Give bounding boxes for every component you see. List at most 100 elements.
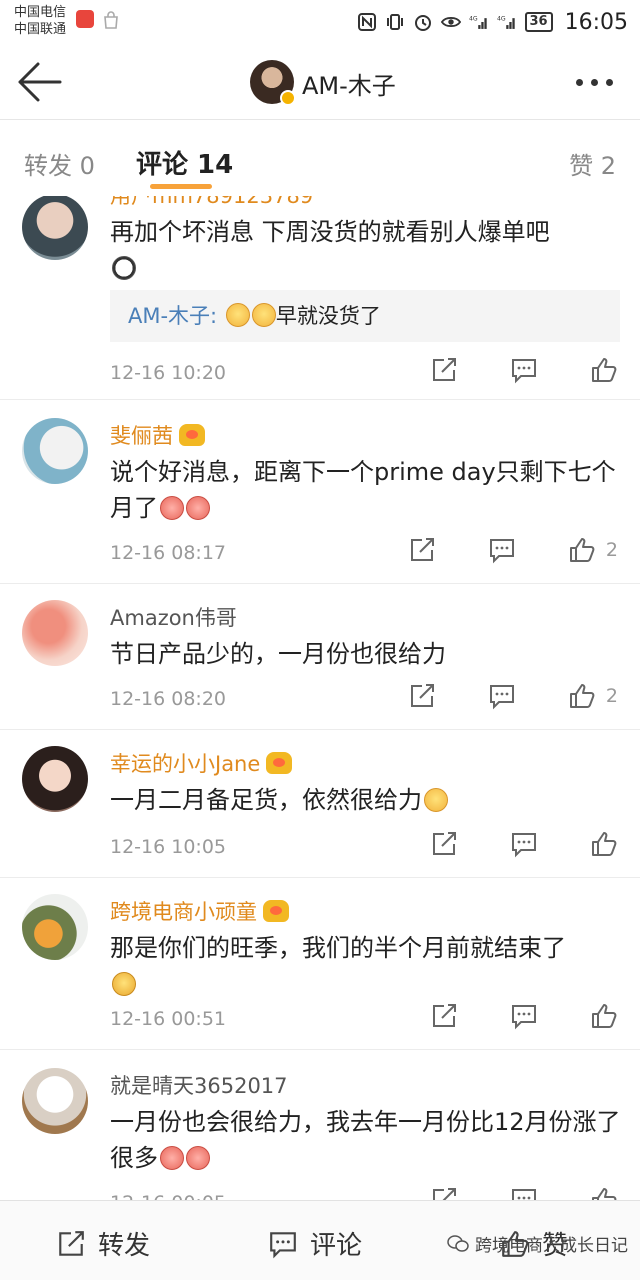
pig-emoji-icon (160, 496, 184, 520)
carrier-1: 中国电信 (14, 5, 67, 20)
comment-icon[interactable] (510, 1002, 538, 1030)
comment-icon[interactable] (488, 682, 516, 710)
username[interactable]: 幸运的小小Jane (110, 748, 293, 778)
comment-text-content: 那是你们的旺季，我们的半个月前就结束了 (110, 934, 566, 962)
pig-emoji-icon (160, 1146, 184, 1170)
comment-actions (378, 1002, 618, 1030)
bottom-repost-button[interactable]: 转发 (56, 1225, 150, 1262)
comment-item: 幸运的小小Jane 一月二月备足货，依然很给力 12-16 10:05 (0, 730, 640, 878)
pig-emoji-icon (186, 496, 210, 520)
svg-text:4G: 4G (497, 15, 506, 22)
reply-username[interactable]: AM-木子: (128, 304, 217, 328)
repost-icon[interactable] (430, 1002, 458, 1030)
like-thumb-icon[interactable] (590, 1002, 618, 1030)
like-thumb-icon[interactable] (568, 682, 596, 710)
username[interactable]: 跨境电商小顽童 (110, 896, 289, 926)
comment-list[interactable]: 用户mm789123789 再加个坏消息 下周没货的就看别人爆单吧 AM-木子:… (0, 196, 640, 1200)
comment-time: 12-16 00:51 (110, 1008, 227, 1030)
carrier-2: 中国联通 (14, 22, 67, 37)
watermark-text: 跨境电商人成长日记 (475, 1236, 628, 1256)
comment-item: 用户mm789123789 再加个坏消息 下周没货的就看别人爆单吧 AM-木子:… (0, 196, 640, 400)
username[interactable]: 用户mm789123789 (110, 196, 313, 210)
comment-item: 就是晴天3652017 一月份也会很给力，我去年一月份比12月份涨了很多 12-… (0, 1050, 640, 1200)
like-thumb-icon[interactable] (590, 356, 618, 384)
comment-item: Amazon伟哥 节日产品少的，一月份也很给力 12-16 08:20 2 (0, 584, 640, 730)
comment-icon[interactable] (510, 356, 538, 384)
laugh-emoji-icon (112, 972, 136, 996)
avatar[interactable] (22, 418, 88, 484)
tab-comment[interactable]: 评论 14 (136, 144, 233, 181)
pig-emoji-icon (186, 1146, 210, 1170)
verified-badge-icon (280, 90, 296, 106)
repost-icon[interactable] (430, 356, 458, 384)
comment-item: 斐俪茜 说个好消息，距离下一个prime day只剩下七个月了 12-16 08… (0, 400, 640, 584)
tab-bar: 转发 0 评论 14 赞 2 (0, 120, 640, 196)
like-thumb-icon[interactable] (568, 536, 596, 564)
comment-text: 再加个坏消息 下周没货的就看别人爆单吧 (110, 214, 622, 286)
status-bar: 中国电信 中国联通 4G 4G 36 16:05 (0, 0, 640, 44)
panda-emoji-icon (112, 256, 136, 280)
comment-time: 12-16 10:20 (110, 362, 227, 384)
comment-icon[interactable] (510, 830, 538, 858)
username[interactable]: 就是晴天3652017 (110, 1070, 288, 1100)
comment-text: 说个好消息，距离下一个prime day只剩下七个月了 (110, 454, 622, 526)
bottom-repost-label: 转发 (98, 1231, 151, 1261)
reply-text: 早就没货了 (275, 304, 381, 328)
username-text: 斐俪茜 (110, 424, 173, 448)
comment-time: 12-16 08:20 (110, 688, 227, 710)
eye-roll-emoji-icon (251, 303, 276, 327)
clock: 16:05 (564, 9, 628, 35)
avatar[interactable] (22, 600, 88, 666)
comment-text: 一月二月备足货，依然很给力 (110, 782, 622, 818)
wechat-icon (447, 1234, 469, 1252)
comment-actions (378, 830, 618, 858)
comment-icon[interactable] (510, 1186, 538, 1200)
comment-actions: 2 (356, 682, 618, 710)
signal-4g-icon-2: 4G (497, 15, 515, 29)
comment-time: 12-16 10:05 (110, 836, 227, 858)
tab-like[interactable]: 赞 2 (569, 146, 616, 181)
nav-bar: AM-木子 (0, 44, 640, 120)
bottom-action-bar: 转发 评论 赞 跨境电商人成长日记 (0, 1200, 640, 1280)
repost-icon[interactable] (430, 1186, 458, 1200)
bottom-comment-label: 评论 (310, 1231, 363, 1261)
watermark: 跨境电商人成长日记 (447, 1231, 628, 1256)
like-thumb-icon[interactable] (590, 830, 618, 858)
author-reply[interactable]: AM-木子: 早就没货了 (110, 290, 620, 342)
comment-actions: 2 (356, 536, 618, 564)
comment-actions (378, 356, 618, 384)
notification-app-icon (76, 10, 94, 28)
back-arrow-icon[interactable] (12, 58, 62, 106)
comment-text-content: 再加个坏消息 下周没货的就看别人爆单吧 (110, 218, 550, 246)
avatar[interactable] (22, 1068, 88, 1134)
alarm-icon (414, 15, 431, 31)
page-title[interactable]: AM-木子 (302, 66, 396, 101)
smile-emoji-icon (424, 788, 448, 812)
vip-crown-icon (179, 424, 205, 446)
more-options-button[interactable] (576, 70, 622, 94)
repost-icon[interactable] (408, 682, 436, 710)
comment-time: 12-16 00:05 (110, 1192, 226, 1200)
eye-roll-emoji-icon (225, 303, 250, 327)
tab-repost[interactable]: 转发 0 (24, 146, 95, 181)
username[interactable]: Amazon伟哥 (110, 602, 237, 632)
username[interactable]: 斐俪茜 (110, 420, 205, 450)
comment-icon[interactable] (488, 536, 516, 564)
repost-icon[interactable] (408, 536, 436, 564)
avatar[interactable] (22, 746, 88, 812)
carrier-labels: 中国电信 中国联通 (14, 4, 66, 38)
vip-crown-icon (266, 752, 293, 774)
comment-text-content: 一月二月备足货，依然很给力 (110, 786, 422, 814)
comment-item: 跨境电商小顽童 那是你们的旺季，我们的半个月前就结束了 12-16 00:51 (0, 878, 640, 1050)
like-thumb-icon[interactable] (590, 1186, 618, 1200)
comment-actions (378, 1186, 618, 1200)
comment-text: 那是你们的旺季，我们的半个月前就结束了 (110, 930, 622, 1002)
avatar[interactable] (22, 196, 88, 260)
battery-indicator: 36 (524, 12, 553, 32)
avatar[interactable] (22, 894, 88, 960)
author-avatar[interactable] (250, 60, 296, 106)
bottom-comment-button[interactable]: 评论 (268, 1225, 362, 1262)
like-count: 2 (605, 539, 618, 561)
comment-text: 节日产品少的，一月份也很给力 (110, 640, 446, 668)
repost-icon[interactable] (430, 830, 458, 858)
